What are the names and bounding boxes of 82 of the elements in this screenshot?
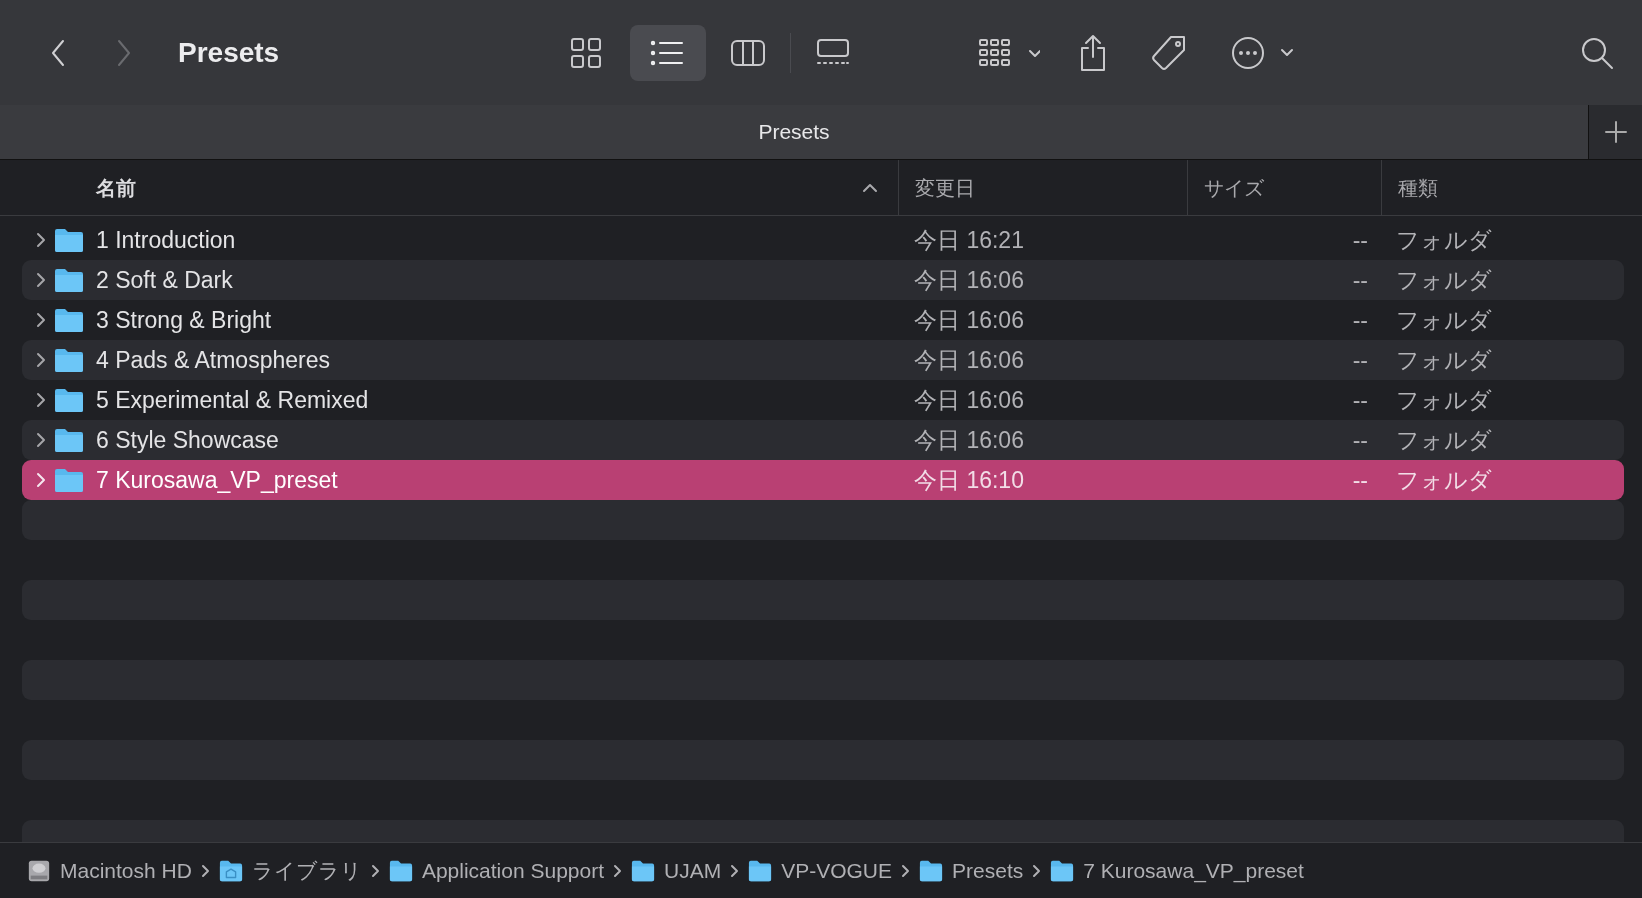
- folder-icon: [1049, 858, 1076, 883]
- folder-icon: [918, 858, 945, 883]
- chevron-right-icon[interactable]: [34, 392, 48, 408]
- path-item[interactable]: 7 Kurosawa_VP_preset: [1049, 854, 1304, 887]
- file-kind: フォルダ: [1395, 345, 1493, 375]
- file-row[interactable]: 1 Introduction 今日 16:21 -- フォルダ: [22, 220, 1624, 260]
- group-icon: [978, 36, 1041, 69]
- sort-ascending-icon[interactable]: [862, 182, 878, 193]
- path-item[interactable]: VP-VOGUE: [747, 854, 893, 887]
- folder-icon: [54, 467, 84, 493]
- chevron-right-icon[interactable]: [34, 472, 48, 488]
- view-button[interactable]: [630, 24, 707, 81]
- date-modified: 今日 16:06: [913, 305, 1025, 335]
- date-modified: 今日 16:06: [913, 385, 1025, 415]
- path-separator-icon: [1031, 863, 1042, 878]
- file-kind: フォルダ: [1395, 265, 1493, 295]
- file-name: 4 Pads & Atmospheres: [96, 345, 330, 375]
- date-modified: 今日 16:06: [913, 425, 1025, 455]
- folder-icon: [54, 427, 84, 453]
- chevron-right-icon[interactable]: [34, 432, 48, 448]
- folder-icon: [630, 858, 656, 883]
- column-label: 名前: [96, 175, 136, 201]
- file-kind: フォルダ: [1395, 225, 1493, 255]
- file-row[interactable]: 5 Experimental & Remixed 今日 16:06 -- フォルダ: [22, 380, 1624, 420]
- folder-icon: [54, 387, 84, 413]
- folder-icon: [54, 267, 84, 293]
- path-item[interactable]: Application Support: [387, 854, 604, 887]
- path-separator-icon: [199, 863, 210, 878]
- column-header[interactable]: 種類: [1381, 160, 1642, 215]
- date-modified: 今日 16:06: [913, 265, 1025, 295]
- file-size: --: [1352, 426, 1368, 453]
- chevron-right-icon[interactable]: [34, 312, 48, 328]
- file-size: --: [1352, 306, 1368, 333]
- path-separator-icon: [900, 863, 911, 878]
- file-name: 1 Introduction: [96, 225, 236, 255]
- path-item[interactable]: ライブラリ: [217, 854, 362, 887]
- file-name: 6 Style Showcase: [96, 425, 279, 455]
- path-item[interactable]: Presets: [918, 854, 1024, 887]
- column-header[interactable]: 変更日: [898, 160, 1187, 215]
- date-modified: 今日 16:21: [913, 225, 1025, 255]
- search-icon: [1580, 35, 1614, 70]
- chevron-right-icon[interactable]: [34, 272, 48, 288]
- folder-icon: [54, 227, 84, 253]
- window-title: Presets: [178, 35, 280, 70]
- folder-icon: [54, 307, 84, 333]
- path-separator-icon: [369, 863, 380, 878]
- file-row[interactable]: 6 Style Showcase 今日 16:06 -- フォルダ: [22, 420, 1624, 460]
- file-size: --: [1352, 226, 1368, 253]
- more-icon: [1231, 34, 1296, 71]
- plus-icon: [1603, 120, 1628, 144]
- column-header[interactable]: サイズ: [1187, 160, 1381, 215]
- path-item[interactable]: Macintosh HD: [26, 854, 192, 887]
- file-kind: フォルダ: [1395, 425, 1493, 455]
- file-row[interactable]: 7 Kurosawa_VP_preset 今日 16:10 -- フォルダ: [22, 460, 1624, 500]
- back-icon: [50, 38, 66, 67]
- folder-icon: [54, 347, 84, 373]
- file-name: 3 Strong & Bright: [96, 305, 272, 335]
- file-kind: フォルダ: [1395, 465, 1493, 495]
- file-kind: フォルダ: [1395, 305, 1493, 335]
- file-row[interactable]: 2 Soft & Dark 今日 16:06 -- フォルダ: [22, 260, 1624, 300]
- file-size: --: [1352, 466, 1368, 493]
- file-size: --: [1352, 346, 1368, 373]
- chevron-right-icon[interactable]: [34, 232, 48, 248]
- file-kind: フォルダ: [1395, 385, 1493, 415]
- forward-icon: [116, 38, 132, 67]
- folder-icon: [747, 858, 774, 883]
- path-item[interactable]: UJAM: [630, 854, 722, 887]
- folder-icon: [387, 858, 414, 883]
- date-modified: 今日 16:06: [913, 345, 1025, 375]
- path-separator-icon: [612, 863, 622, 878]
- file-row[interactable]: 3 Strong & Bright 今日 16:06 -- フォルダ: [22, 300, 1624, 340]
- file-size: --: [1352, 386, 1368, 413]
- library-folder-icon: [217, 858, 244, 883]
- file-size: --: [1352, 266, 1368, 293]
- file-name: 5 Experimental & Remixed: [96, 385, 369, 415]
- chevron-right-icon[interactable]: [34, 352, 48, 368]
- path-separator-icon: [729, 863, 740, 878]
- date-modified: 今日 16:10: [913, 465, 1025, 495]
- tab[interactable]: Presets: [0, 105, 1588, 159]
- file-name: 2 Soft & Dark: [96, 265, 233, 295]
- file-row[interactable]: 4 Pads & Atmospheres 今日 16:06 -- フォルダ: [22, 340, 1624, 380]
- file-name: 7 Kurosawa_VP_preset: [96, 465, 338, 495]
